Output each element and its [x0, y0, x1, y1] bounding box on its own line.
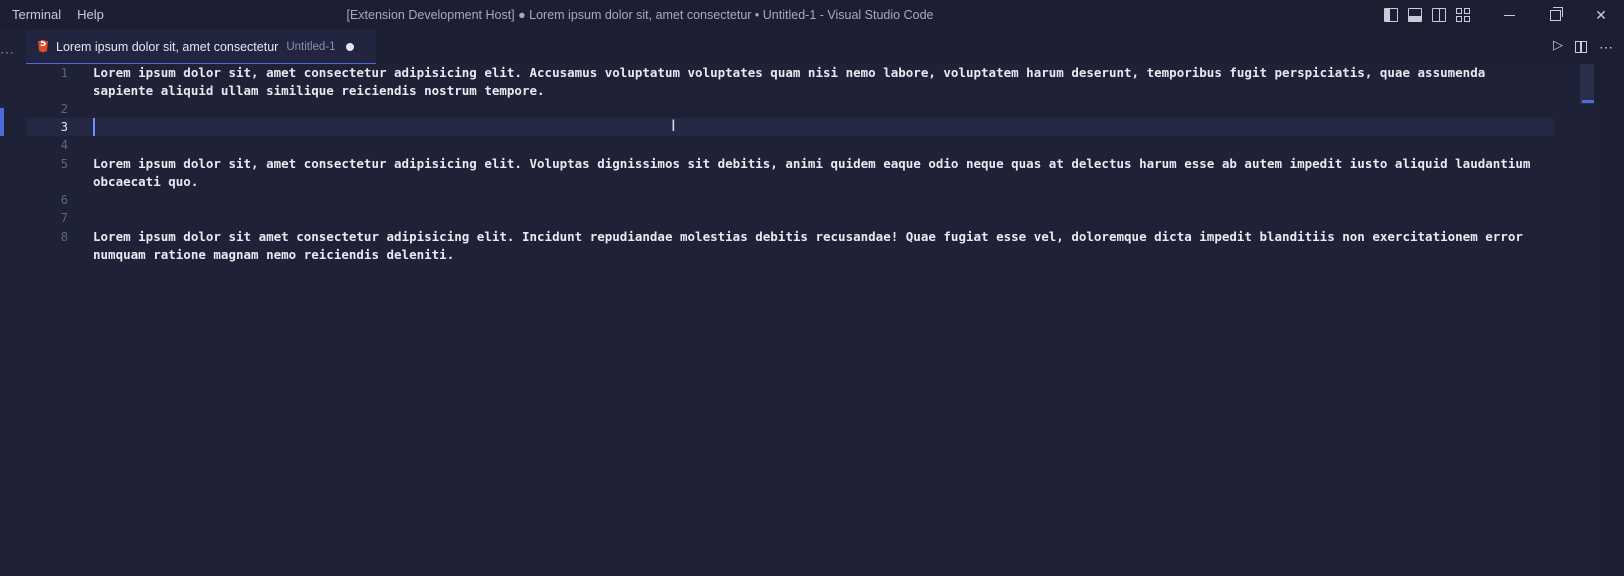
- menu-bar: Terminal Help: [4, 0, 112, 30]
- vscode-window: Terminal Help [Extension Development Hos…: [0, 0, 1624, 576]
- toggle-primary-sidebar-icon[interactable]: [1384, 8, 1398, 22]
- customize-layout-icon[interactable]: [1456, 8, 1470, 22]
- line-number: 7: [60, 211, 68, 225]
- line-number: 1: [60, 66, 68, 80]
- scrollbar-thumb[interactable]: [1580, 64, 1594, 104]
- unsaved-indicator-icon[interactable]: [345, 42, 354, 51]
- menu-terminal[interactable]: Terminal: [4, 0, 69, 30]
- editor-tab-bar: Lorem ipsum dolor sit, amet consectetur …: [26, 30, 1624, 64]
- restore-button[interactable]: [1532, 0, 1578, 30]
- more-actions-icon[interactable]: ⋯: [1599, 40, 1614, 54]
- html5-icon: [38, 40, 48, 53]
- line-number-active: 3: [60, 120, 68, 134]
- line-number: 6: [60, 193, 68, 207]
- minimap-area[interactable]: [1594, 64, 1624, 576]
- editor-actions: ⋯: [1553, 30, 1614, 64]
- minimize-button[interactable]: [1486, 0, 1532, 30]
- line-number: 2: [60, 102, 68, 116]
- code-line[interactable]: Lorem ipsum dolor sit, amet consectetur …: [93, 64, 1543, 100]
- close-button[interactable]: ✕: [1578, 0, 1624, 30]
- current-line-highlight: [26, 118, 1554, 136]
- title-bar: Terminal Help [Extension Development Hos…: [0, 0, 1624, 30]
- overview-ruler[interactable]: [1580, 64, 1594, 576]
- tab-title: Lorem ipsum dolor sit, amet consectetur: [56, 39, 279, 54]
- menu-help[interactable]: Help: [69, 0, 112, 30]
- layout-controls: [1384, 0, 1470, 30]
- run-icon[interactable]: [1553, 37, 1563, 53]
- window-title: [Extension Development Host] ● Lorem ips…: [346, 8, 934, 22]
- close-icon: ✕: [1595, 6, 1607, 23]
- line-number: 5: [60, 157, 68, 171]
- activity-bar-more-icon[interactable]: ⋯: [0, 44, 15, 61]
- toggle-secondary-sidebar-icon[interactable]: [1432, 8, 1446, 22]
- window-controls: ✕: [1486, 0, 1624, 30]
- tab-description: Untitled-1: [286, 40, 336, 53]
- mouse-ibeam-icon: I: [671, 116, 676, 135]
- editor-tab[interactable]: Lorem ipsum dolor sit, amet consectetur …: [26, 30, 376, 64]
- code-line[interactable]: Lorem ipsum dolor sit amet consectetur a…: [93, 228, 1543, 264]
- text-cursor: [93, 118, 95, 136]
- minimize-icon: [1503, 14, 1515, 16]
- restore-icon: [1549, 6, 1563, 21]
- activity-indicator: [0, 108, 4, 136]
- editor-area[interactable]: 1 2 3 4 5 6 7 8 Lorem ipsum dolor sit, a…: [26, 64, 1624, 576]
- cursor-position-marker: [1582, 100, 1594, 103]
- split-editor-icon[interactable]: [1575, 41, 1587, 53]
- code-line[interactable]: Lorem ipsum dolor sit, amet consectetur …: [93, 155, 1543, 191]
- toggle-panel-icon[interactable]: [1408, 8, 1422, 22]
- line-number: 8: [60, 230, 68, 244]
- line-number: 4: [60, 138, 68, 152]
